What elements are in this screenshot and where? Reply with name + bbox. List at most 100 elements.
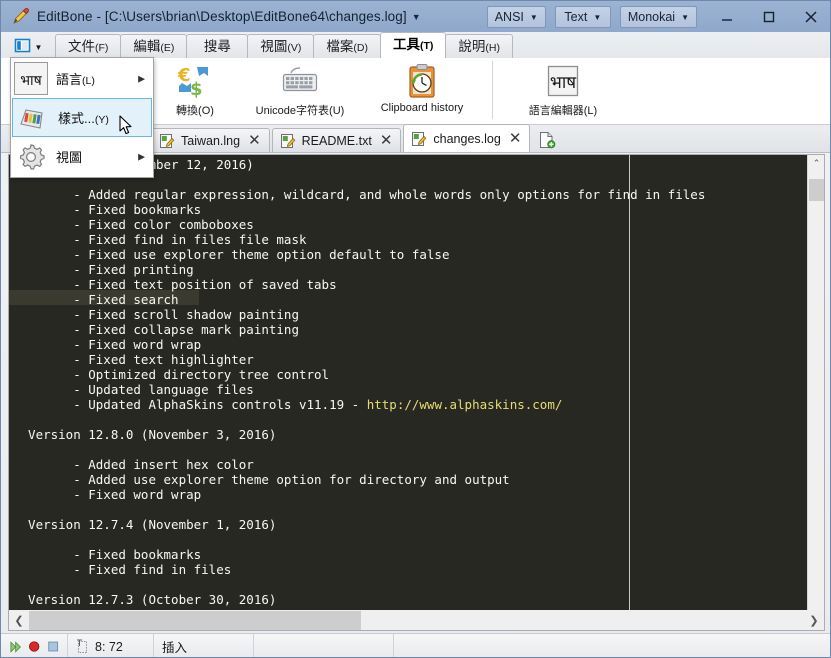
ribbon-unicode-charmap-label: Unicode字符表(U) [255, 105, 345, 117]
close-icon[interactable]: ✕ [246, 133, 263, 148]
menu-item-styles-label: 樣式... [58, 111, 95, 126]
editor-url-link[interactable]: http://www.alphaskins.com/ [367, 397, 563, 412]
status-insert-mode-text: 插入 [162, 641, 188, 655]
ribbon-unicode-charmap-button[interactable]: Unicode字符表(U) [239, 58, 361, 122]
ribbon-clipboard-history-button[interactable]: Clipboard history [361, 58, 483, 122]
menu-item-options[interactable]: 視圖 ▶ [11, 137, 153, 176]
chevron-down-icon: ▼ [529, 13, 538, 22]
ribbon-convert-button[interactable]: € $ 轉換(O) [151, 58, 239, 122]
styles-menu-icon-wrap [14, 99, 52, 136]
gear-icon [20, 143, 45, 169]
menu-tab-tools-mnemonic: (T) [420, 40, 434, 52]
menu-tab-view[interactable]: 視圖 (V) [247, 34, 315, 58]
menu-item-language[interactable]: भाष 語言(L) ▶ [11, 59, 153, 98]
file-tab-changes-log-label: changes.log [433, 131, 501, 146]
encoding-combo-label: ANSI [494, 9, 524, 24]
title-dropdown-caret[interactable]: ▼ [412, 13, 421, 22]
new-document-icon[interactable] [532, 128, 562, 152]
color-palette-icon [20, 108, 43, 129]
menu-tab-edit-mnemonic: (E) [160, 42, 175, 54]
stop-icon[interactable] [47, 640, 59, 653]
scroll-up-button[interactable]: ⌃ [808, 155, 824, 172]
menu-tab-help[interactable]: 說明 (H) [445, 34, 513, 58]
menu-tab-document-label: 檔案 [326, 39, 354, 54]
devanagari-icon: भाष [545, 62, 581, 100]
quick-access-toolbar[interactable]: ▼ [1, 32, 55, 58]
menu-tab-help-mnemonic: (H) [485, 42, 500, 54]
menu-item-options-label-wrap: 視圖 [56, 147, 82, 166]
ribbon-convert-label: 轉換(O) [176, 105, 214, 117]
options-menu-icon-wrap [12, 138, 50, 175]
document-edit-icon [280, 133, 296, 148]
menu-tab-file[interactable]: 文件 (F) [55, 34, 122, 58]
caret-position-icon [77, 639, 87, 653]
language-menu-icon-wrap: भाष [12, 60, 50, 97]
menu-item-language-label-wrap: 語言(L) [56, 69, 95, 88]
menu-item-language-mnemonic: (L) [82, 75, 95, 87]
devanagari-icon: भाष [14, 62, 48, 95]
status-position-text: 8: 72 [95, 639, 123, 654]
chevron-down-icon: ▼ [593, 13, 602, 22]
panel-layout-icon [14, 38, 30, 52]
menu-item-language-label: 語言 [56, 72, 83, 87]
filetype-combo[interactable]: Text ▼ [554, 5, 611, 28]
status-blank-2 [394, 634, 830, 658]
maximize-button[interactable] [748, 1, 790, 32]
currency-convert-icon: € $ [177, 62, 213, 100]
ribbon-language-editor-button[interactable]: भाष 語言編輯器(L) [502, 58, 624, 122]
close-button[interactable] [790, 1, 830, 32]
play-icon[interactable] [9, 640, 22, 654]
menu-tab-search-label: 搜尋 [203, 39, 231, 54]
close-icon[interactable]: ✕ [507, 131, 524, 146]
svg-text:€: € [177, 65, 191, 86]
menu-tab-search[interactable]: 搜尋 [186, 34, 249, 58]
file-tab-changes-log[interactable]: changes.log ✕ [403, 124, 531, 152]
menu-tab-view-label: 視圖 [260, 39, 288, 54]
svg-text:भाष: भाष [20, 73, 42, 89]
menu-tab-file-mnemonic: (F) [95, 42, 109, 54]
menu-tab-document-mnemonic: (D) [353, 42, 368, 54]
chevron-down-icon: ▼ [34, 42, 43, 52]
status-macro-controls [1, 633, 68, 657]
ribbon-group-tools: € $ 轉換(O) Unicode字符表(U) Clipboard histor… [151, 58, 624, 125]
code-editor[interactable]: .0 (November 12, 2016) - Added regular e… [9, 155, 807, 630]
menu-tab-view-mnemonic: (V) [287, 42, 302, 54]
document-edit-icon [160, 133, 175, 148]
horizontal-scrollbar[interactable]: ❮ ❯ [8, 610, 825, 631]
theme-combo-label: Monokai [627, 9, 676, 24]
close-icon[interactable]: ✕ [378, 133, 395, 148]
status-insert-mode[interactable]: 插入 [154, 633, 254, 657]
encoding-combo[interactable]: ANSI ▼ [486, 5, 546, 28]
filetype-combo-label: Text [564, 9, 588, 24]
horizontal-scroll-track[interactable] [29, 610, 804, 630]
title-bar: EditBone - [C:\Users\brian\Desktop\EditB… [1, 1, 830, 32]
record-icon[interactable] [28, 640, 40, 653]
status-blank-1 [254, 633, 394, 657]
ribbon-clipboard-history-label: Clipboard history [380, 102, 464, 114]
scroll-right-button[interactable]: ❯ [804, 614, 824, 627]
file-tab-readme-txt[interactable]: README.txt ✕ [271, 128, 402, 152]
minimize-button[interactable] [706, 1, 748, 32]
file-tab-taiwan-lng[interactable]: Taiwan.lng ✕ [151, 128, 270, 152]
vertical-scrollbar[interactable]: ⌃ ⌄ [807, 155, 824, 630]
menu-tab-document[interactable]: 檔案 (D) [313, 34, 381, 58]
theme-combo[interactable]: Monokai ▼ [619, 5, 697, 28]
menu-tab-edit[interactable]: 編輯 (E) [120, 34, 188, 58]
editor-text[interactable]: .0 (November 12, 2016) - Added regular e… [13, 157, 705, 607]
horizontal-scroll-thumb[interactable] [29, 610, 361, 630]
pencil-icon [7, 4, 33, 30]
menu-item-styles-mnemonic: (Y) [94, 114, 109, 126]
menu-item-options-label: 視圖 [56, 150, 83, 165]
document-edit-icon [412, 131, 427, 146]
keyboard-icon [280, 62, 320, 100]
svg-text:भाष: भाष [550, 73, 577, 93]
menu-item-styles-label-wrap: 樣式...(Y) [58, 108, 109, 127]
scroll-left-button[interactable]: ❮ [9, 614, 29, 627]
file-tab-taiwan-lng-label: Taiwan.lng [181, 133, 241, 148]
menu-tab-tools[interactable]: 工具 (T) [380, 32, 447, 58]
submenu-arrow-icon: ▶ [138, 73, 145, 83]
svg-text:$: $ [190, 79, 203, 98]
editor-text-part2: Version 12.8.0 (November 3, 2016) - Adde… [28, 427, 510, 607]
editor-text-part1: .0 (November 12, 2016) - Added regular e… [73, 157, 706, 412]
vertical-scroll-thumb[interactable] [809, 179, 824, 201]
